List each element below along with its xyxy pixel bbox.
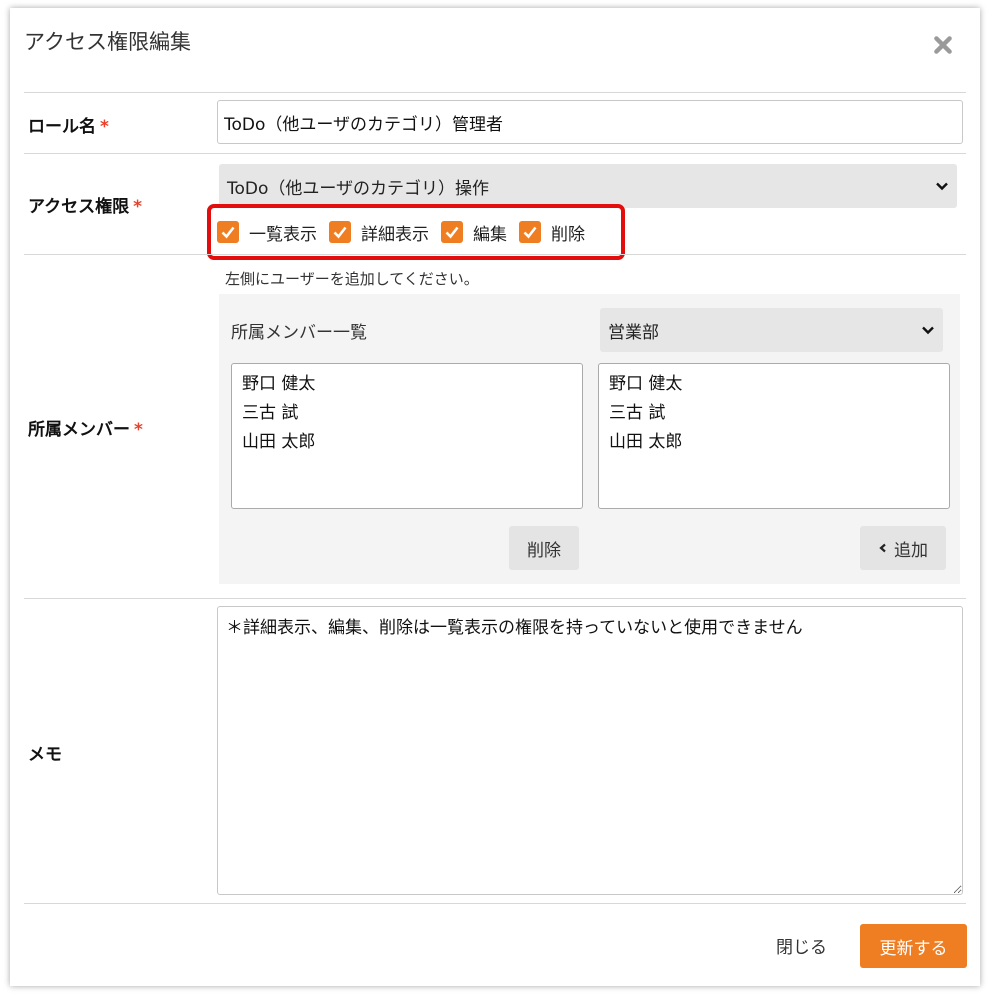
check-icon bbox=[221, 226, 235, 239]
checkbox-edit[interactable] bbox=[441, 221, 463, 243]
list-item[interactable]: 三古 試 bbox=[609, 399, 939, 428]
assigned-members-list[interactable]: 野口 健太 三古 試 山田 太郎 bbox=[231, 363, 583, 509]
update-button[interactable]: 更新する bbox=[860, 924, 967, 968]
access-select[interactable]: ToDo（他ユーザのカテゴリ）操作 bbox=[219, 164, 957, 208]
permission-label: 詳細表示 bbox=[361, 224, 429, 245]
permission-checkboxes: 一覧表示 詳細表示 編集 削除 bbox=[217, 219, 597, 245]
list-item[interactable]: 野口 健太 bbox=[242, 370, 572, 399]
role-name-input[interactable] bbox=[217, 100, 963, 144]
divider bbox=[24, 598, 966, 599]
access-select-value: ToDo（他ユーザのカテゴリ）操作 bbox=[227, 178, 490, 199]
chevron-down-icon bbox=[922, 326, 934, 335]
checkbox-delete[interactable] bbox=[519, 221, 541, 243]
close-button[interactable]: 閉じる bbox=[776, 933, 827, 958]
permission-label: 削除 bbox=[551, 224, 585, 245]
access-edit-dialog: アクセス権限編集 ロール名* アクセス権限* ToDo（他ユーザのカテゴリ）操作… bbox=[10, 8, 980, 986]
check-icon bbox=[445, 226, 459, 239]
remove-member-button[interactable]: 削除 bbox=[509, 526, 579, 570]
checkbox-list-view[interactable] bbox=[217, 221, 239, 243]
permission-label: 一覧表示 bbox=[249, 224, 317, 245]
divider bbox=[24, 254, 966, 255]
permission-label: 編集 bbox=[473, 224, 507, 245]
chevron-left-icon bbox=[879, 543, 886, 553]
memo-label: メモ bbox=[28, 745, 62, 765]
department-select[interactable]: 営業部 bbox=[600, 308, 943, 352]
divider bbox=[24, 92, 966, 93]
members-hint: 左側にユーザーを追加してください。 bbox=[225, 270, 479, 288]
dialog-title: アクセス権限編集 bbox=[24, 30, 191, 54]
access-label: アクセス権限 * bbox=[28, 197, 143, 217]
members-label: 所属メンバー * bbox=[28, 420, 143, 440]
close-icon[interactable] bbox=[932, 34, 956, 58]
list-item[interactable]: 山田 太郎 bbox=[609, 428, 939, 457]
add-member-button[interactable]: 追加 bbox=[860, 526, 946, 570]
available-members-list[interactable]: 野口 健太 三古 試 山田 太郎 bbox=[598, 363, 950, 509]
list-item[interactable]: 山田 太郎 bbox=[242, 428, 572, 457]
checkbox-detail-view[interactable] bbox=[329, 221, 351, 243]
required-mark: * bbox=[133, 197, 143, 217]
list-item[interactable]: 野口 健太 bbox=[609, 370, 939, 399]
memo-textarea[interactable]: ＊詳細表示、編集、削除は一覧表示の権限を持っていないと使用できません bbox=[217, 606, 963, 895]
required-mark: * bbox=[134, 420, 143, 440]
member-list-title: 所属メンバー一覧 bbox=[231, 323, 367, 343]
chevron-down-icon bbox=[936, 182, 948, 191]
role-name-label: ロール名 * bbox=[28, 117, 109, 137]
divider bbox=[24, 153, 966, 154]
department-select-value: 営業部 bbox=[608, 322, 659, 343]
required-mark: * bbox=[100, 117, 109, 137]
divider bbox=[24, 903, 966, 904]
check-icon bbox=[333, 226, 347, 239]
check-icon bbox=[523, 226, 537, 239]
list-item[interactable]: 三古 試 bbox=[242, 399, 572, 428]
